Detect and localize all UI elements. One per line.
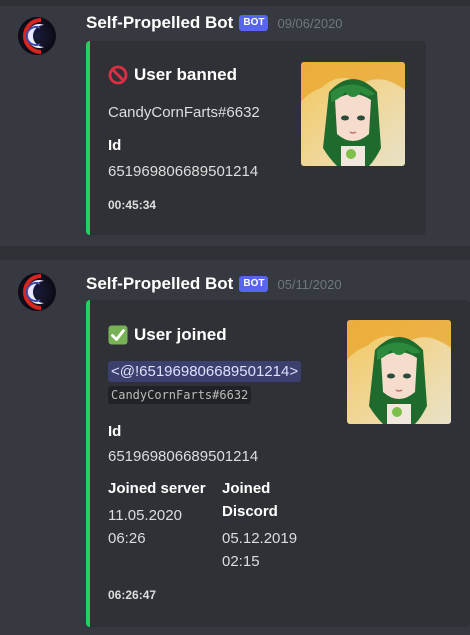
field-joined-server-date: 11.05.2020 <box>108 507 182 524</box>
field-joined-discord-name-line1: Joined <box>222 480 271 497</box>
crescent-moon-avatar[interactable] <box>17 272 57 312</box>
green-haired-anime-girl-thumbnail[interactable] <box>347 320 451 424</box>
field-joined-server-name: Joined server <box>108 480 206 497</box>
timestamp[interactable]: 05/11/2020 <box>277 277 341 292</box>
prohibited-icon <box>108 65 128 85</box>
message-2: Self-Propelled Bot BOT 05/11/2020 User j… <box>0 260 470 635</box>
embed-title-text: User banned <box>134 65 237 84</box>
embed-footer: 00:45:34 <box>108 198 157 212</box>
bot-tag: BOT <box>239 15 269 31</box>
username[interactable]: Self-Propelled Bot <box>86 13 233 33</box>
embed-title: User joined <box>108 325 227 345</box>
embed-user-banned: User banned CandyCornFarts#6632 Id 65196… <box>86 41 426 235</box>
field-joined-discord-name-line2: Discord <box>222 503 278 520</box>
timestamp[interactable]: 09/06/2020 <box>277 16 342 31</box>
message-divider <box>0 246 470 260</box>
field-id-value: 651969806689501214 <box>108 448 259 465</box>
user-mention[interactable]: <@!651969806689501214> <box>108 361 302 382</box>
message-header: Self-Propelled Bot BOT 09/06/2020 <box>86 12 343 34</box>
message-header: Self-Propelled Bot BOT 05/11/2020 <box>86 273 342 295</box>
field-id-value: 651969806689501214 <box>108 163 259 180</box>
field-joined-discord-date: 05.12.2019 <box>222 530 298 547</box>
message-1: Self-Propelled Bot BOT 09/06/2020 User b… <box>0 0 470 246</box>
field-joined-discord-time: 02:15 <box>222 553 260 570</box>
field-joined-server-time: 06:26 <box>108 530 146 547</box>
green-haired-anime-girl-thumbnail[interactable] <box>301 62 405 166</box>
crescent-moon-avatar[interactable] <box>17 16 57 56</box>
embed-user-joined: User joined <@!651969806689501214> Candy… <box>86 300 470 627</box>
embed-title: User banned <box>108 65 237 85</box>
field-id-name: Id <box>108 423 122 440</box>
embed-footer: 06:26:47 <box>108 588 157 602</box>
user-tag-code: CandyCornFarts#6632 <box>108 386 252 404</box>
field-id-name: Id <box>108 137 122 154</box>
username[interactable]: Self-Propelled Bot <box>86 274 233 294</box>
bot-tag: BOT <box>239 276 269 292</box>
embed-title-text: User joined <box>134 325 227 344</box>
user-tag: CandyCornFarts#6632 <box>108 104 260 121</box>
check-mark-icon <box>108 325 128 345</box>
